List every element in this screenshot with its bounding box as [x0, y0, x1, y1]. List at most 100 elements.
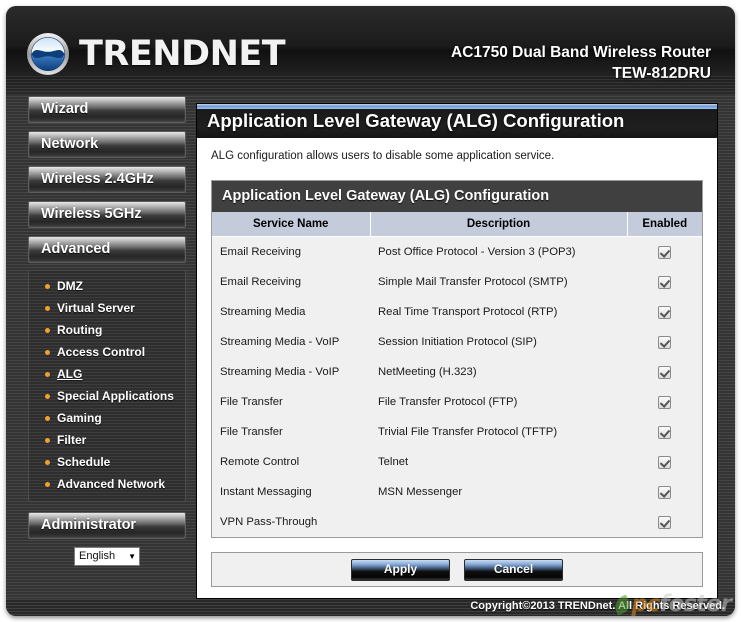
table-header-row: Service Name Description Enabled: [212, 212, 702, 237]
bullet-icon: [45, 283, 50, 289]
cell-service-name: Instant Messaging: [212, 477, 370, 507]
bullet-icon: [45, 393, 50, 399]
sidebar-subitem-advanced-network[interactable]: Advanced Network: [29, 473, 185, 495]
table-row: File Transfer Trivial File Transfer Proto…: [212, 417, 702, 447]
cell-service-name: Streaming Media - VoIP: [212, 327, 370, 357]
cell-service-name: Streaming Media - VoIP: [212, 357, 370, 387]
sidebar-subitem-gaming[interactable]: Gaming: [29, 407, 185, 429]
enabled-checkbox[interactable]: [658, 425, 671, 439]
sidebar-subitem-schedule[interactable]: Schedule: [29, 451, 185, 473]
product-model-info: AC1750 Dual Band Wireless Router TEW-812…: [451, 42, 711, 84]
bullet-icon: [45, 415, 50, 421]
cell-enabled: [627, 447, 702, 477]
bullet-icon: [45, 481, 50, 487]
alg-table-container: Application Level Gateway (ALG) Configur…: [211, 180, 703, 538]
sidebar-item-administrator[interactable]: Administrator: [28, 512, 186, 539]
product-line-label: AC1750 Dual Band Wireless Router: [451, 44, 711, 61]
enabled-checkbox[interactable]: [658, 485, 671, 499]
cell-service-name: Streaming Media: [212, 297, 370, 327]
column-header-description: Description: [370, 212, 628, 237]
cell-enabled: [627, 267, 702, 297]
language-select[interactable]: English ▼: [74, 547, 140, 566]
sidebar-subitem-label: Access Control: [57, 345, 146, 359]
sidebar-navigation: Wizard Network Wireless 2.4GHz Wireless …: [20, 96, 192, 566]
table-row: VPN Pass-Through: [212, 507, 702, 537]
cell-enabled: [627, 387, 702, 417]
sidebar-subitem-special-applications[interactable]: Special Applications: [29, 385, 185, 407]
cell-description: Simple Mail Transfer Protocol (SMTP): [370, 267, 627, 297]
sidebar-item-wireless-5ghz[interactable]: Wireless 5GHz: [28, 201, 186, 228]
table-row: File Transfer File Transfer Protocol (FTP…: [212, 387, 702, 417]
cell-enabled: [627, 327, 702, 357]
sidebar-subitem-alg[interactable]: ALG: [29, 363, 185, 385]
sidebar-item-wizard[interactable]: Wizard: [28, 96, 186, 123]
cell-service-name: File Transfer: [212, 417, 370, 447]
sidebar-item-wireless-24ghz[interactable]: Wireless 2.4GHz: [28, 166, 186, 193]
sidebar-subitem-label: Routing: [57, 323, 103, 337]
bullet-icon: [45, 305, 50, 311]
enabled-checkbox[interactable]: [658, 365, 671, 379]
page-description: ALG configuration allows users to disabl…: [211, 150, 555, 162]
cell-enabled: [627, 417, 702, 447]
enabled-checkbox[interactable]: [658, 395, 671, 409]
bullet-icon: [45, 437, 50, 443]
sidebar-subitem-label: Virtual Server: [57, 301, 135, 315]
enabled-checkbox[interactable]: [658, 305, 671, 319]
cell-description: File Transfer Protocol (FTP): [370, 387, 627, 417]
cell-enabled: [627, 477, 702, 507]
brand-logo-group: TRENDNET: [26, 32, 286, 76]
sidebar-subitem-filter[interactable]: Filter: [29, 429, 185, 451]
sidebar-subitem-label: ALG: [57, 367, 83, 381]
sidebar-subitem-label: DMZ: [57, 279, 83, 293]
content-panel: Application Level Gateway (ALG) Configur…: [196, 103, 718, 599]
chevron-down-icon: ▼: [128, 552, 136, 561]
cell-enabled: [627, 357, 702, 387]
cell-description: Trivial File Transfer Protocol (TFTP): [370, 417, 627, 447]
bullet-icon: [45, 371, 50, 377]
cell-description: Telnet: [370, 447, 627, 477]
table-row: Remote Control Telnet: [212, 447, 702, 477]
sidebar-submenu-advanced: DMZ Virtual Server Routing Access Contro…: [28, 271, 186, 502]
page-footer: Copyright©2013 TRENDnet. All Rights Rese…: [6, 599, 735, 616]
apply-button[interactable]: Apply: [351, 558, 450, 581]
sidebar-subitem-label: Filter: [57, 433, 87, 447]
cell-enabled: [627, 236, 702, 267]
cancel-button[interactable]: Cancel: [464, 558, 563, 581]
page-header: TRENDNET AC1750 Dual Band Wireless Route…: [6, 6, 735, 94]
enabled-checkbox[interactable]: [658, 335, 671, 349]
alg-table-body: Email Receiving Post Office Protocol - Ve…: [212, 236, 702, 537]
cell-service-name: Remote Control: [212, 447, 370, 477]
page-title-bar: Application Level Gateway (ALG) Configur…: [197, 104, 717, 138]
cell-description: MSN Messenger: [370, 477, 627, 507]
table-row: Email Receiving Post Office Protocol - Ve…: [212, 236, 702, 267]
sidebar-subitem-virtual-server[interactable]: Virtual Server: [29, 297, 185, 319]
copyright-text: Copyright©2013 TRENDnet. All Rights Rese…: [470, 600, 725, 612]
column-header-enabled: Enabled: [627, 212, 702, 237]
sidebar-item-network[interactable]: Network: [28, 131, 186, 158]
enabled-checkbox[interactable]: [658, 275, 671, 289]
table-row: Streaming Media - VoIP NetMeeting (H.323): [212, 357, 702, 387]
column-header-service-name: Service Name: [212, 212, 371, 237]
bullet-icon: [45, 349, 50, 355]
router-admin-window: TRENDNET AC1750 Dual Band Wireless Route…: [6, 6, 735, 616]
sidebar-subitem-dmz[interactable]: DMZ: [29, 275, 185, 297]
sidebar-subitem-access-control[interactable]: Access Control: [29, 341, 185, 363]
cell-description: Real Time Transport Protocol (RTP): [370, 297, 627, 327]
table-row: Email Receiving Simple Mail Transfer Prot…: [212, 267, 702, 297]
sidebar-subitem-routing[interactable]: Routing: [29, 319, 185, 341]
model-number-label: TEW-812DRU: [612, 65, 711, 82]
action-bar: Apply Cancel: [211, 552, 703, 587]
cell-enabled: [627, 507, 702, 537]
alg-table: Service Name Description Enabled Email R…: [212, 212, 702, 537]
alg-table-caption: Application Level Gateway (ALG) Configur…: [212, 181, 702, 212]
cell-service-name: VPN Pass-Through: [212, 507, 370, 537]
cell-service-name: Email Receiving: [212, 267, 370, 297]
sidebar-subitem-label: Schedule: [57, 455, 111, 469]
sidebar-item-advanced[interactable]: Advanced: [28, 236, 186, 263]
table-row: Streaming Media Real Time Transport Proto…: [212, 297, 702, 327]
language-selector-row: English ▼: [28, 547, 186, 566]
page-title: Application Level Gateway (ALG) Configur…: [207, 110, 625, 131]
enabled-checkbox[interactable]: [658, 245, 671, 259]
enabled-checkbox[interactable]: [658, 455, 671, 469]
enabled-checkbox[interactable]: [658, 515, 671, 529]
